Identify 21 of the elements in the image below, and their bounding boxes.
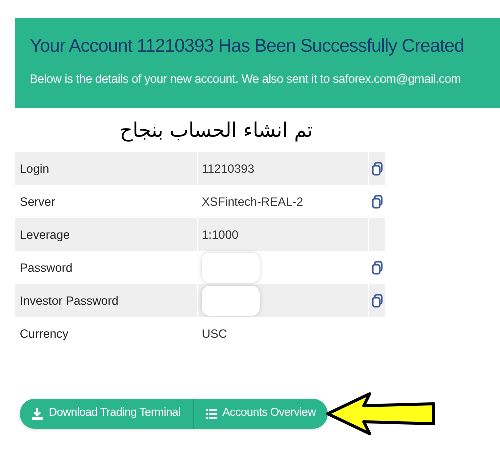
field-label: Investor Password (20, 292, 119, 310)
copy-icon[interactable] (372, 260, 382, 274)
copy-icon[interactable] (372, 194, 382, 208)
field-label: Login (20, 160, 50, 178)
field-value: USC (202, 326, 228, 342)
field-value: XSFintech-REAL-2 (202, 194, 304, 210)
copy-icon[interactable] (372, 294, 382, 308)
field-label: Server (20, 194, 56, 210)
download-icon (32, 408, 43, 420)
field-value: 1:1000 (202, 226, 239, 244)
banner-subtitle: Below is the details of your new account. We also sent it to saforex.com@gmail.com (30, 70, 462, 88)
list-icon (206, 409, 217, 419)
banner-title: Your Account 11210393 Has Been Successfully Created (30, 34, 466, 58)
download-button[interactable]: Download Trading Terminal (20, 399, 193, 429)
field-value: 11210393 (202, 160, 254, 178)
field-label: Leverage (20, 226, 70, 244)
field-label: Password (20, 260, 73, 276)
copy-icon[interactable] (372, 162, 382, 176)
field-label: Currency (20, 326, 69, 342)
accounts-overview-button[interactable]: Accounts Overview (192, 399, 328, 429)
caption: تم انشاء الحساب بنجاح (120, 117, 314, 144)
